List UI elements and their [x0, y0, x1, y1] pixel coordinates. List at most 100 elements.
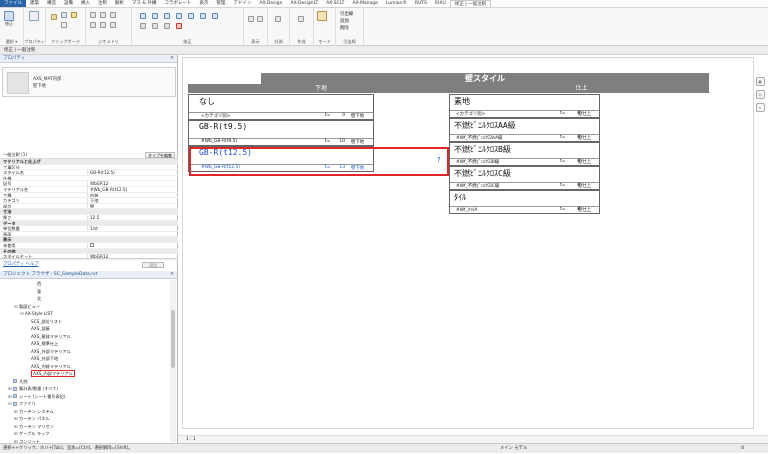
ribbon-tab[interactable]: 修正 | 一般注釈	[449, 0, 492, 7]
remove-leader-button[interactable]: 削除	[340, 25, 349, 31]
ribbon-tab[interactable]: RIXU	[431, 0, 450, 7]
array-icon[interactable]	[140, 23, 146, 29]
mirror-icon[interactable]	[188, 13, 194, 19]
browser-node[interactable]: ⊟ ファミリ	[0, 400, 168, 408]
ribbon-tab[interactable]: 表示	[195, 0, 212, 7]
rotate-icon[interactable]	[176, 13, 182, 19]
browser-node[interactable]: SCS_部位リスト	[0, 318, 168, 326]
ribbon-tab[interactable]: AX-DesignLT	[286, 0, 322, 7]
ribbon-tab[interactable]: 挿入	[77, 0, 94, 7]
ribbon-tab[interactable]: 注釈	[94, 0, 111, 7]
zoom-icon[interactable]: ⌕	[755, 103, 765, 112]
ribbon-tab[interactable]: 設備	[60, 0, 77, 7]
cut-geometry-icon[interactable]	[100, 12, 106, 18]
schedule-row[interactable]: 不燃ﾋﾞﾆﾙｸﾛｽC級 #Wf_不燃ﾋﾞﾆﾙｸﾛｽC級 t= 0 壁仕上	[449, 166, 600, 190]
browser-node[interactable]: AXS_外部マテリアル	[0, 348, 168, 356]
browser-node[interactable]: ⊞ケーブル ラック	[0, 430, 168, 438]
copy-element-icon[interactable]	[164, 13, 170, 19]
ribbon-tab[interactable]: AX-Manage	[348, 0, 381, 7]
join-icon[interactable]	[110, 12, 116, 18]
browser-node[interactable]: ⊟製図ビュー	[0, 303, 168, 311]
browser-node[interactable]: AXS_標準仕上	[0, 340, 168, 348]
type-selector[interactable]: AXS_MAT内部 壁下地	[2, 67, 176, 97]
question-mark[interactable]: ?	[437, 156, 441, 164]
select-group-label[interactable]: 選択 ▾	[0, 39, 23, 45]
ribbon-tab[interactable]: 構造	[43, 0, 60, 7]
view-cube-icon[interactable]: ▦	[755, 77, 765, 86]
browser-node[interactable]: AXS_部屋	[0, 325, 168, 333]
property-checkbox[interactable]	[90, 243, 94, 248]
browser-node[interactable]: 凡例	[0, 378, 168, 386]
offset-icon[interactable]	[212, 13, 218, 19]
align-icon[interactable]	[140, 13, 146, 19]
edit-family-button[interactable]	[317, 11, 327, 21]
steering-wheel-icon[interactable]: ◎	[755, 90, 765, 99]
ribbon-tab[interactable]: AX-Design	[255, 0, 286, 7]
cope-icon[interactable]	[90, 12, 96, 18]
schedule-row[interactable]: ﾀｲﾙ #Wf_ﾀｲﾙA t= 8 壁仕上	[449, 190, 600, 214]
browser-node[interactable]: AXS_内装マテリアル	[0, 363, 168, 371]
paste-icon[interactable]	[51, 14, 57, 20]
ribbon-tab[interactable]: 解析	[111, 0, 128, 7]
close-icon[interactable]: ✕	[170, 55, 174, 63]
folder-icon	[13, 386, 17, 391]
copy-icon[interactable]	[61, 12, 67, 18]
measure-icon[interactable]	[275, 16, 281, 22]
scale-icon[interactable]	[152, 23, 158, 29]
modify-button[interactable]: 修正	[4, 11, 14, 27]
pin-icon[interactable]	[164, 23, 170, 29]
ribbon-group-geometry: ジオメトリ	[86, 8, 132, 46]
ribbon-tab[interactable]: 管理	[212, 0, 229, 7]
drawing-area[interactable]: 壁スタイル 下地 仕上 なし <カテゴリ別> t= 0 壁下地 GB-R(t9.5) #Wb…	[178, 55, 768, 443]
match-type-icon[interactable]	[71, 12, 77, 18]
paint-icon[interactable]	[110, 22, 116, 28]
schedule-row[interactable]: なし <カテゴリ別> t= 0 壁下地	[188, 94, 374, 120]
ribbon-tab[interactable]: マス & 外構	[128, 0, 160, 7]
wall-joins-icon[interactable]	[90, 22, 96, 28]
browser-scrollbar[interactable]	[170, 280, 176, 442]
split-face-icon[interactable]	[100, 22, 106, 28]
browser-node[interactable]: 西	[0, 280, 168, 288]
browser-node[interactable]: ⊞カーテン マリオン	[0, 423, 168, 431]
scrollbar-thumb[interactable]	[171, 310, 175, 368]
trim-icon[interactable]	[200, 13, 206, 19]
browser-node[interactable]: 北	[0, 295, 168, 303]
properties-help-link[interactable]: プロパティ ヘルプ	[3, 262, 38, 267]
schedule-row[interactable]: 不燃ﾋﾞﾆﾙｸﾛｽAA級 #Wf_不燃ﾋﾞﾆﾙｸﾛｽAA級 t= 0 壁仕上	[449, 118, 600, 142]
view-scale[interactable]: 1 : 1	[178, 437, 196, 442]
browser-node[interactable]: ⊞カーテン パネル	[0, 415, 168, 423]
add-leader-button[interactable]: 引出線	[340, 11, 353, 17]
cut-icon[interactable]	[61, 22, 67, 28]
add-leader-add-button[interactable]: 追加	[340, 18, 349, 24]
schedule-row[interactable]: GB-R(t9.5) #Wb_GB-R(t9.5) t= 10 壁下地	[188, 120, 374, 146]
schedule-row[interactable]: 不燃ﾋﾞﾆﾙｸﾛｽB級 #Wf_不燃ﾋﾞﾆﾙｸﾛｽB級 t= 0 壁仕上	[449, 142, 600, 166]
style-name: 不燃ﾋﾞﾆﾙｸﾛｽAA級	[454, 121, 516, 130]
ribbon-tab[interactable]: コラボレート	[160, 0, 195, 7]
browser-node[interactable]: AXS_内部マテリアル	[0, 370, 168, 378]
edit-type-button[interactable]: タイプを編集	[145, 152, 175, 158]
instance-filter[interactable]: 一般注釈 (1) タイプを編集	[0, 151, 178, 159]
close-icon[interactable]: ✕	[170, 271, 174, 279]
apply-button[interactable]: 適用	[142, 262, 164, 268]
hide-icon[interactable]	[248, 16, 254, 22]
browser-node[interactable]: 東	[0, 288, 168, 296]
browser-node[interactable]: AXS_外部下地	[0, 355, 168, 363]
browser-node[interactable]: ⊞ シート (シート番号表記)	[0, 393, 168, 401]
browser-node[interactable]: AXS_躯体マテリアル	[0, 333, 168, 341]
schedule-row[interactable]: 素地 <カテゴリ別> t= 0 壁仕上	[449, 94, 600, 118]
ribbon-tab[interactable]: RUTS	[411, 0, 431, 7]
properties-button[interactable]	[29, 11, 39, 21]
browser-node[interactable]: ⊞カーテン システム	[0, 408, 168, 416]
browser-node[interactable]: ⊟AX-Style LIST	[0, 310, 168, 318]
ribbon-tab[interactable]: ファイル	[0, 0, 26, 7]
create-group-icon[interactable]	[298, 16, 304, 22]
delete-icon[interactable]	[176, 23, 182, 29]
browser-node[interactable]: ⊞ 集計表/数量 (すべて)	[0, 385, 168, 393]
ribbon-tab[interactable]: Lumion®	[382, 0, 411, 7]
project-browser: プロジェクト ブラウザ - SC_SampleData.rvt ✕ 西東北 ⊟製図…	[0, 271, 178, 444]
ribbon-tab[interactable]: AX-SCLT	[322, 0, 348, 7]
move-icon[interactable]	[152, 13, 158, 19]
override-graphics-icon[interactable]	[257, 16, 263, 22]
ribbon-tab[interactable]: アドイン	[229, 0, 255, 7]
ribbon-tab[interactable]: 建築	[26, 0, 43, 7]
